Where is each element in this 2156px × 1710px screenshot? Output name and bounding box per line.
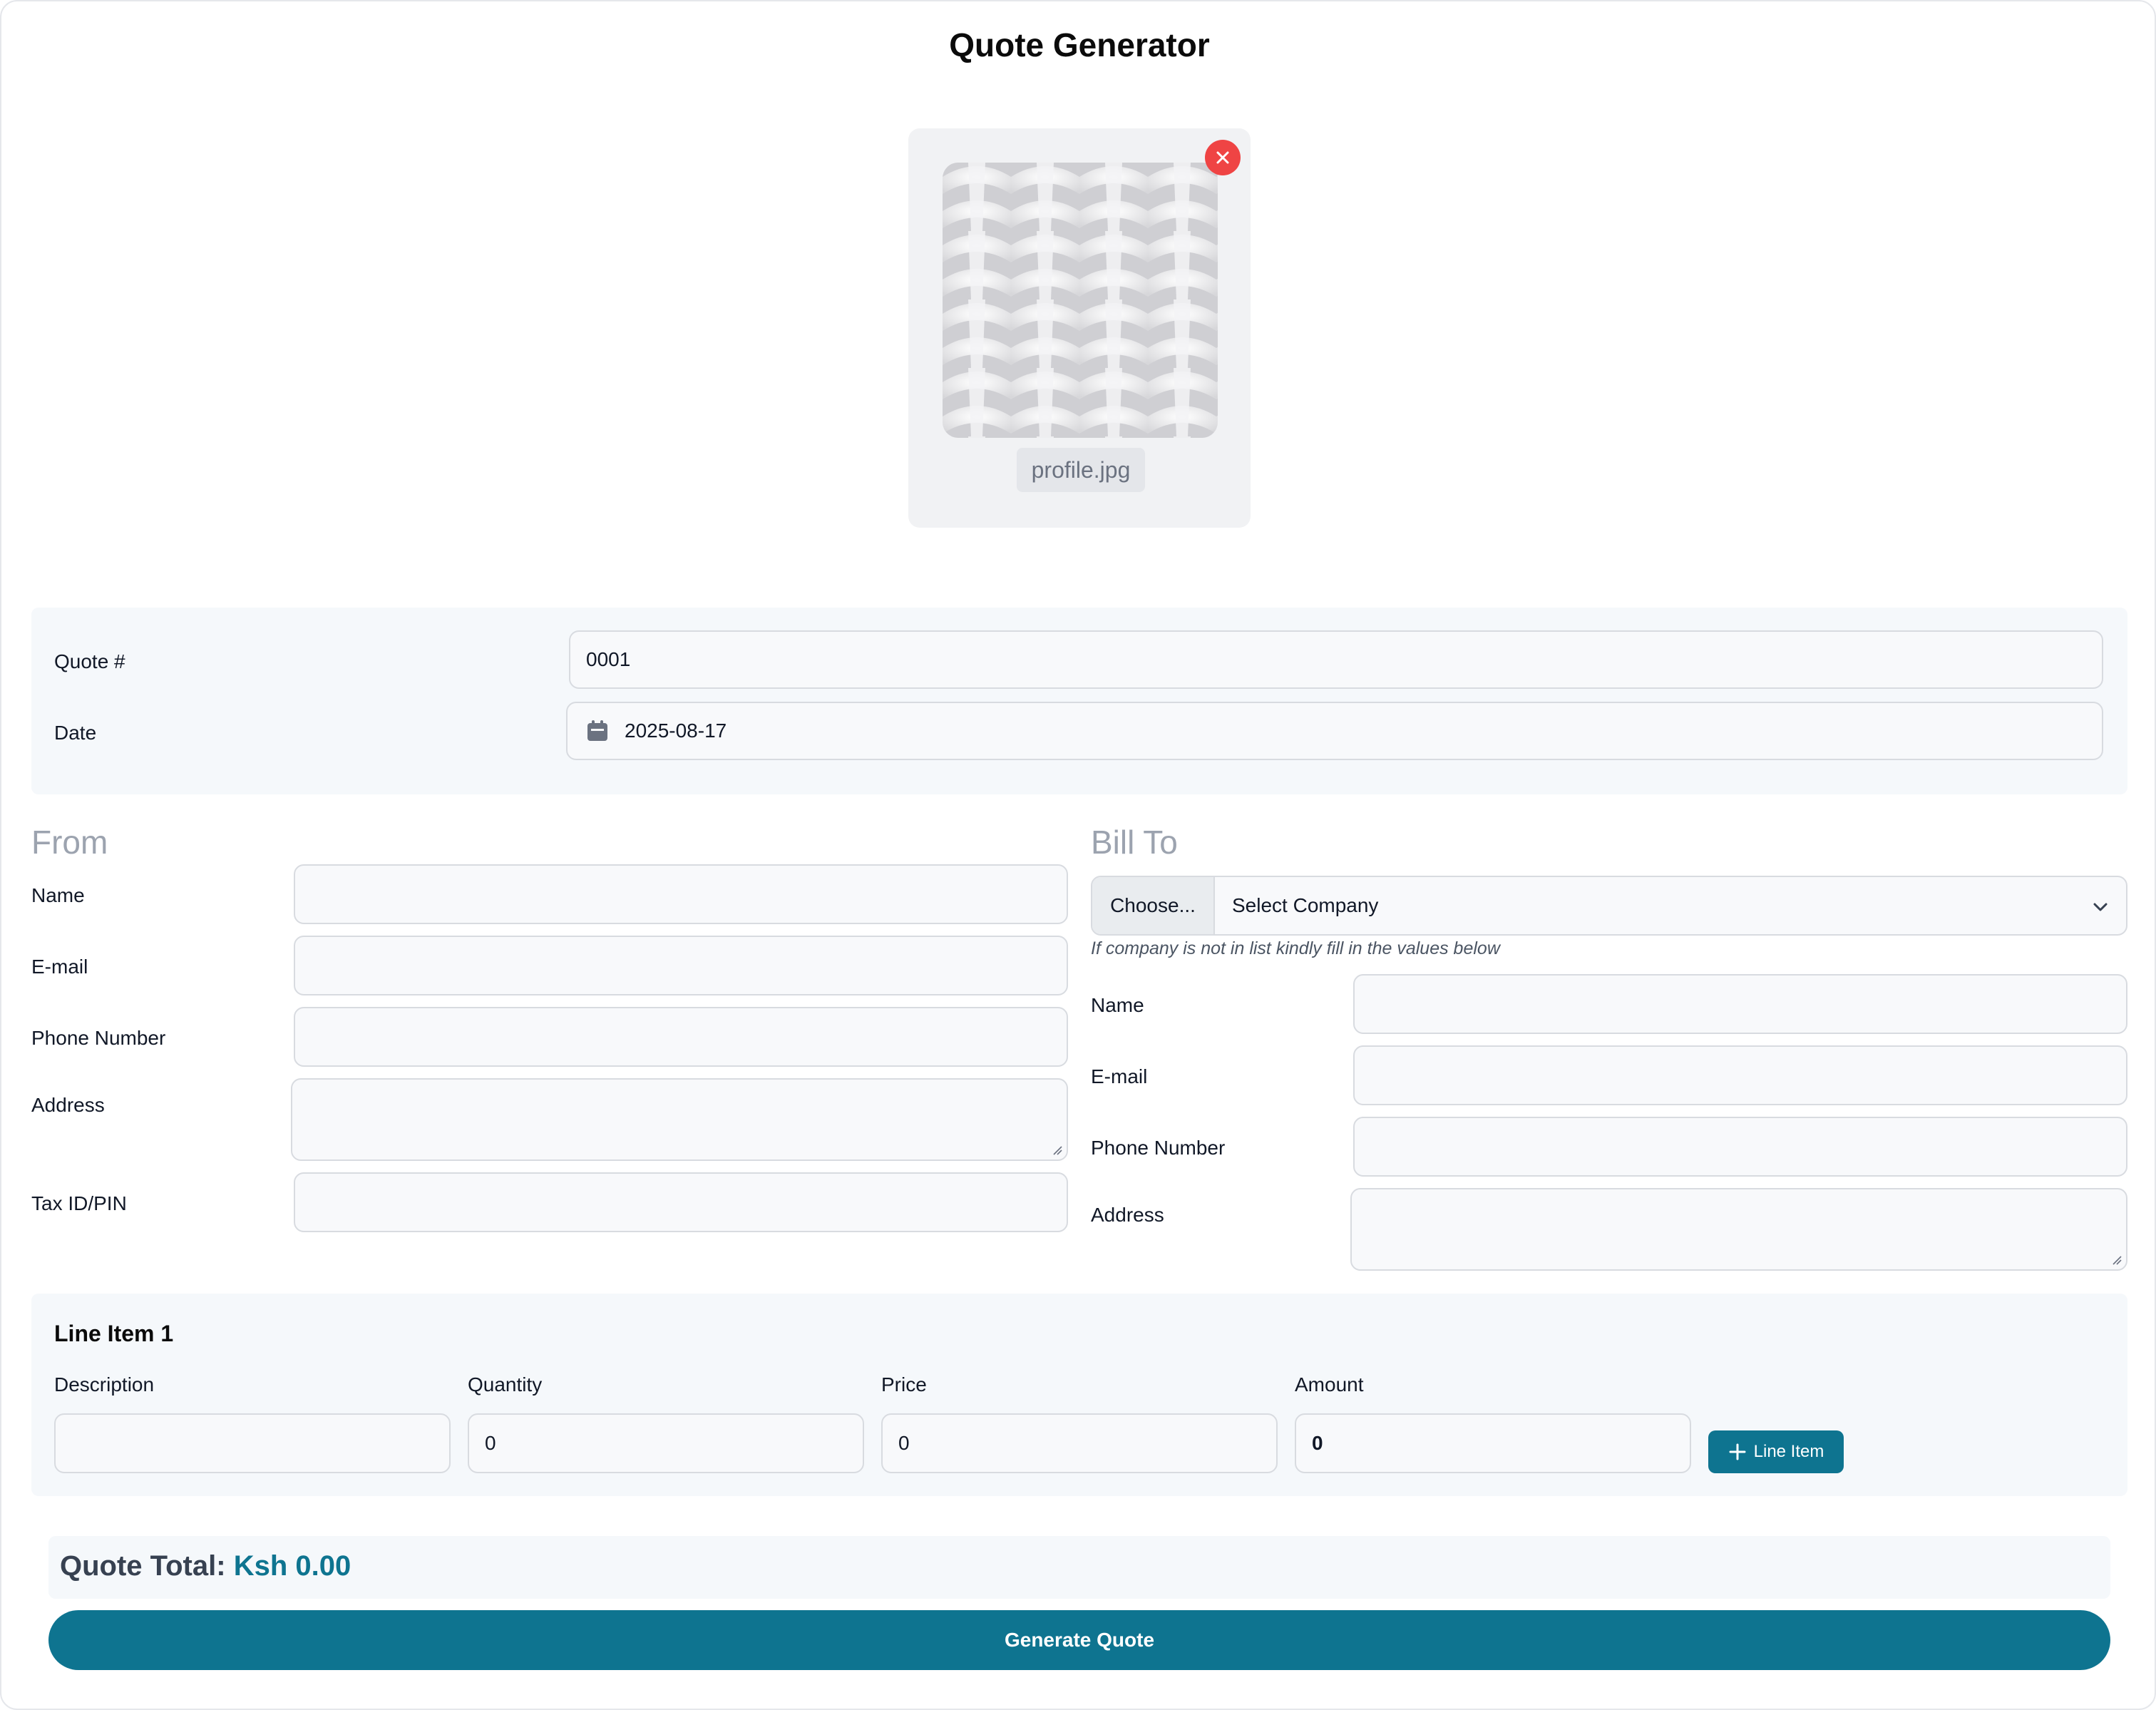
quantity-label: Quantity (468, 1373, 543, 1396)
amount-input[interactable]: 0 (1295, 1413, 1691, 1473)
date-input[interactable]: 2025-08-17 (566, 702, 2103, 760)
generate-quote-button[interactable]: Generate Quote (48, 1610, 2110, 1670)
close-icon (1216, 151, 1229, 164)
company-hint-text: If company is not in list kindly fill in… (1091, 938, 1500, 958)
line-item-panel: Line Item 1 Description Quantity Price A… (31, 1294, 2127, 1496)
quote-total: Quote Total: Ksh 0.00 (60, 1550, 351, 1582)
bill-email-label: E-mail (1091, 1065, 1148, 1087)
plus-icon (1729, 1443, 1746, 1460)
quote-total-bar: Quote Total: Ksh 0.00 (48, 1536, 2110, 1599)
quote-number-value: 0001 (586, 648, 631, 670)
add-line-item-button[interactable]: Line Item (1708, 1430, 1844, 1473)
quantity-value: 0 (485, 1432, 496, 1454)
from-tax-input[interactable] (294, 1172, 1068, 1232)
profile-image-preview (943, 163, 1218, 438)
description-input[interactable] (54, 1413, 451, 1473)
from-heading: From (31, 824, 108, 861)
resize-handle-icon[interactable] (2112, 1255, 2122, 1265)
amount-label: Amount (1295, 1373, 1364, 1396)
from-name-label: Name (31, 884, 85, 906)
from-tax-label: Tax ID/PIN (31, 1192, 127, 1214)
bill-address-label: Address (1091, 1204, 1164, 1226)
bill-name-label: Name (1091, 994, 1144, 1016)
image-upload-card: profile.jpg (908, 128, 1251, 528)
quote-total-label: Quote Total: (60, 1550, 226, 1582)
date-value: 2025-08-17 (625, 720, 727, 742)
bill-phone-input[interactable] (1353, 1117, 2127, 1177)
bill-to-heading: Bill To (1091, 824, 1178, 861)
from-name-input[interactable] (294, 864, 1068, 924)
description-label: Description (54, 1373, 155, 1396)
bill-phone-label: Phone Number (1091, 1137, 1226, 1159)
bill-address-textarea[interactable] (1350, 1188, 2127, 1271)
quote-number-label: Quote # (54, 650, 125, 672)
from-address-label: Address (31, 1094, 105, 1116)
app-window: Quote Generator profile.jpg Quote # 0001… (0, 0, 2156, 1710)
quote-meta-panel: Quote # 0001 Date 2025-08-17 (31, 608, 2127, 794)
resize-handle-icon[interactable] (1052, 1145, 1062, 1155)
from-phone-input[interactable] (294, 1007, 1068, 1067)
choose-addon: Choose... (1092, 877, 1215, 934)
quote-total-value: Ksh 0.00 (233, 1550, 351, 1582)
bill-name-input[interactable] (1353, 974, 2127, 1034)
from-address-textarea[interactable] (291, 1078, 1068, 1161)
price-label: Price (881, 1373, 927, 1396)
price-value: 0 (898, 1432, 910, 1454)
remove-image-button[interactable] (1205, 140, 1241, 175)
company-select-group[interactable]: Choose... Select Company (1091, 876, 2127, 936)
line-item-title: Line Item 1 (54, 1321, 174, 1346)
price-input[interactable]: 0 (881, 1413, 1278, 1473)
add-line-item-label: Line Item (1753, 1442, 1824, 1461)
quote-number-input[interactable]: 0001 (569, 630, 2103, 689)
company-select-value[interactable]: Select Company (1232, 877, 1378, 934)
calendar-icon (587, 720, 607, 741)
date-label: Date (54, 722, 97, 744)
image-pattern (943, 163, 1218, 438)
bill-email-input[interactable] (1353, 1045, 2127, 1105)
amount-value: 0 (1312, 1432, 1323, 1454)
from-email-label: E-mail (31, 956, 88, 978)
file-name-label: profile.jpg (1017, 448, 1145, 492)
page-title: Quote Generator (949, 26, 1210, 63)
quantity-input[interactable]: 0 (468, 1413, 864, 1473)
from-email-input[interactable] (294, 936, 1068, 995)
chevron-down-icon (2093, 903, 2108, 911)
from-phone-label: Phone Number (31, 1027, 166, 1049)
